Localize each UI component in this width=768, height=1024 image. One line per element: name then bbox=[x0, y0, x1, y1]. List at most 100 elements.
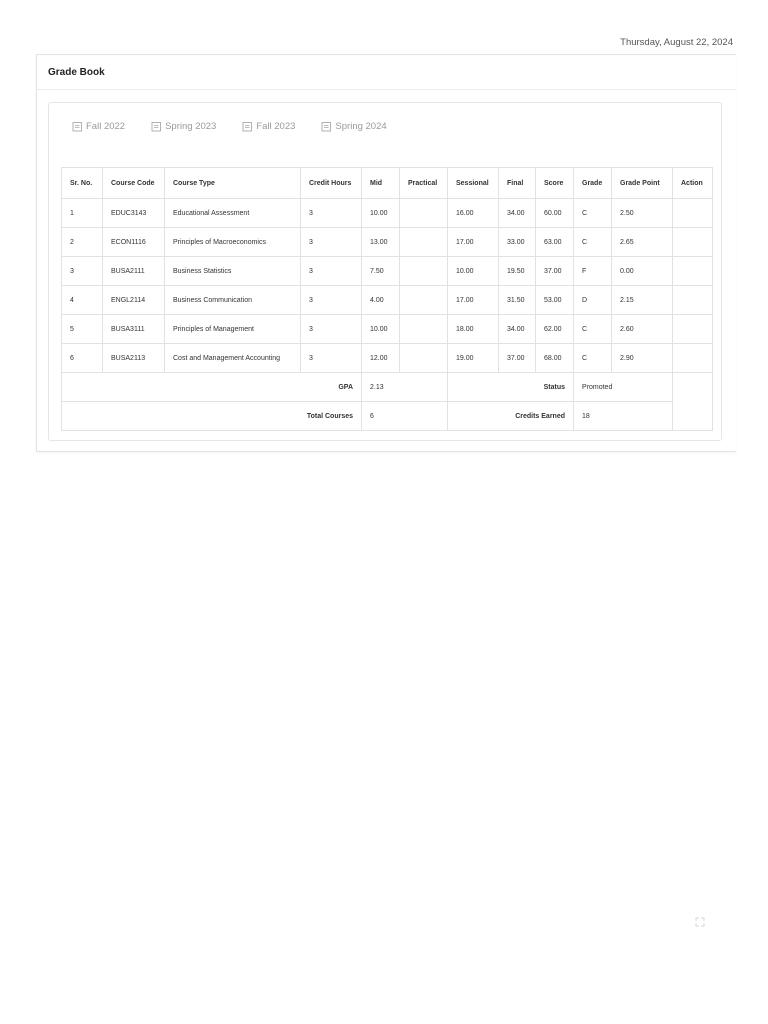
gpa-label: GPA bbox=[61, 372, 362, 402]
cell-course-type: Principles of Macroeconomics bbox=[164, 227, 301, 257]
expand-icon[interactable] bbox=[695, 917, 705, 927]
tab-label: Fall 2023 bbox=[256, 121, 296, 132]
cell-course-code: EDUC3143 bbox=[102, 198, 165, 228]
cell-sr-no: 1 bbox=[61, 198, 103, 228]
cell-sr-no: 3 bbox=[61, 256, 103, 286]
total-courses-value: 6 bbox=[361, 401, 448, 431]
cell-final: 37.00 bbox=[498, 343, 536, 373]
cell-grade: C bbox=[573, 343, 612, 373]
grades-table: Sr. No. Course Code Course Type Credit H… bbox=[61, 167, 713, 431]
tab-spring-2024[interactable]: Spring 2024 bbox=[321, 121, 387, 132]
cell-sessional: 18.00 bbox=[447, 314, 499, 344]
total-courses-label: Total Courses bbox=[61, 401, 362, 431]
summary-row-gpa: GPA 2.13 Status Promoted bbox=[61, 372, 713, 431]
calendar-icon bbox=[242, 122, 253, 132]
cell-mid: 10.00 bbox=[361, 314, 400, 344]
cell-action[interactable] bbox=[672, 285, 713, 315]
grade-book-card: Grade Book Fall 2022 Spring 2023 Fall 20… bbox=[36, 54, 736, 452]
summary-row-courses: Total Courses 6 Credits Earned 18 bbox=[61, 401, 713, 431]
table-row: 4 ENGL2114 Business Communication 3 4.00… bbox=[61, 285, 713, 315]
cell-credit-hours: 3 bbox=[300, 227, 362, 257]
cell-action[interactable] bbox=[672, 314, 713, 344]
cell-grade: C bbox=[573, 314, 612, 344]
cell-mid: 10.00 bbox=[361, 198, 400, 228]
table-row: 3 BUSA2111 Business Statistics 3 7.50 10… bbox=[61, 256, 713, 286]
tab-fall-2022[interactable]: Fall 2022 bbox=[72, 121, 125, 132]
cell-credit-hours: 3 bbox=[300, 314, 362, 344]
table-header-row: Sr. No. Course Code Course Type Credit H… bbox=[61, 167, 713, 199]
column-header: Action bbox=[672, 167, 713, 199]
cell-final: 34.00 bbox=[498, 314, 536, 344]
cell-score: 60.00 bbox=[535, 198, 574, 228]
table-row: 2 ECON1116 Principles of Macroeconomics … bbox=[61, 227, 713, 257]
gpa-value: 2.13 bbox=[361, 372, 448, 402]
credits-earned-value: 18 bbox=[573, 401, 673, 431]
cell-grade: C bbox=[573, 198, 612, 228]
status-label: Status bbox=[447, 372, 574, 402]
cell-final: 34.00 bbox=[498, 198, 536, 228]
cell-course-code: ECON1116 bbox=[102, 227, 165, 257]
table-row: 6 BUSA2113 Cost and Management Accountin… bbox=[61, 343, 713, 373]
column-header: Course Type bbox=[164, 167, 301, 199]
cell-sr-no: 2 bbox=[61, 227, 103, 257]
calendar-icon bbox=[321, 122, 332, 132]
cell-practical bbox=[399, 343, 448, 373]
cell-grade-point: 0.00 bbox=[611, 256, 673, 286]
cell-practical bbox=[399, 198, 448, 228]
cell-grade-point: 2.15 bbox=[611, 285, 673, 315]
cell-score: 53.00 bbox=[535, 285, 574, 315]
cell-score: 68.00 bbox=[535, 343, 574, 373]
table-row: 5 BUSA3111 Principles of Management 3 10… bbox=[61, 314, 713, 344]
cell-action[interactable] bbox=[672, 343, 713, 373]
cell-action[interactable] bbox=[672, 227, 713, 257]
tab-spring-2023[interactable]: Spring 2023 bbox=[151, 121, 216, 132]
card-header: Grade Book bbox=[37, 55, 736, 90]
cell-sessional: 16.00 bbox=[447, 198, 499, 228]
cell-grade-point: 2.60 bbox=[611, 314, 673, 344]
cell-sessional: 19.00 bbox=[447, 343, 499, 373]
cell-course-type: Cost and Management Accounting bbox=[164, 343, 301, 373]
cell-sessional: 17.00 bbox=[447, 285, 499, 315]
column-header: Score bbox=[535, 167, 574, 199]
column-header: Sr. No. bbox=[61, 167, 103, 199]
cell-action[interactable] bbox=[672, 198, 713, 228]
cell-practical bbox=[399, 314, 448, 344]
cell-action[interactable] bbox=[672, 256, 713, 286]
cell-grade: C bbox=[573, 227, 612, 257]
cell-course-type: Principles of Management bbox=[164, 314, 301, 344]
table-row: 1 EDUC3143 Educational Assessment 3 10.0… bbox=[61, 198, 713, 228]
tab-label: Fall 2022 bbox=[86, 121, 126, 132]
cell-course-code: ENGL2114 bbox=[102, 285, 165, 315]
cell-mid: 7.50 bbox=[361, 256, 400, 286]
cell-sessional: 10.00 bbox=[447, 256, 499, 286]
cell-final: 19.50 bbox=[498, 256, 536, 286]
cell-practical bbox=[399, 285, 448, 315]
card-title: Grade Book bbox=[48, 66, 105, 78]
summary-spacer bbox=[672, 372, 713, 431]
credits-earned-label: Credits Earned bbox=[447, 401, 574, 431]
cell-sr-no: 6 bbox=[61, 343, 103, 373]
cell-mid: 4.00 bbox=[361, 285, 400, 315]
cell-credit-hours: 3 bbox=[300, 198, 362, 228]
cell-credit-hours: 3 bbox=[300, 285, 362, 315]
column-header: Practical bbox=[399, 167, 448, 199]
tab-fall-2023[interactable]: Fall 2023 bbox=[242, 121, 295, 132]
cell-mid: 13.00 bbox=[361, 227, 400, 257]
column-header: Final bbox=[498, 167, 536, 199]
cell-course-type: Business Communication bbox=[164, 285, 301, 315]
calendar-icon bbox=[72, 122, 82, 132]
column-header: Sessional bbox=[447, 167, 499, 199]
cell-credit-hours: 3 bbox=[300, 343, 362, 373]
tab-label: Spring 2023 bbox=[165, 121, 217, 132]
cell-practical bbox=[399, 256, 448, 286]
cell-course-type: Business Statistics bbox=[164, 256, 301, 286]
column-header: Credit Hours bbox=[300, 167, 362, 199]
cell-grade-point: 2.90 bbox=[611, 343, 673, 373]
column-header: Mid bbox=[361, 167, 400, 199]
cell-mid: 12.00 bbox=[361, 343, 400, 373]
cell-sr-no: 5 bbox=[61, 314, 103, 344]
calendar-icon bbox=[151, 122, 162, 132]
current-date: Thursday, August 22, 2024 bbox=[620, 37, 733, 48]
cell-grade: F bbox=[573, 256, 612, 286]
cell-credit-hours: 3 bbox=[300, 256, 362, 286]
